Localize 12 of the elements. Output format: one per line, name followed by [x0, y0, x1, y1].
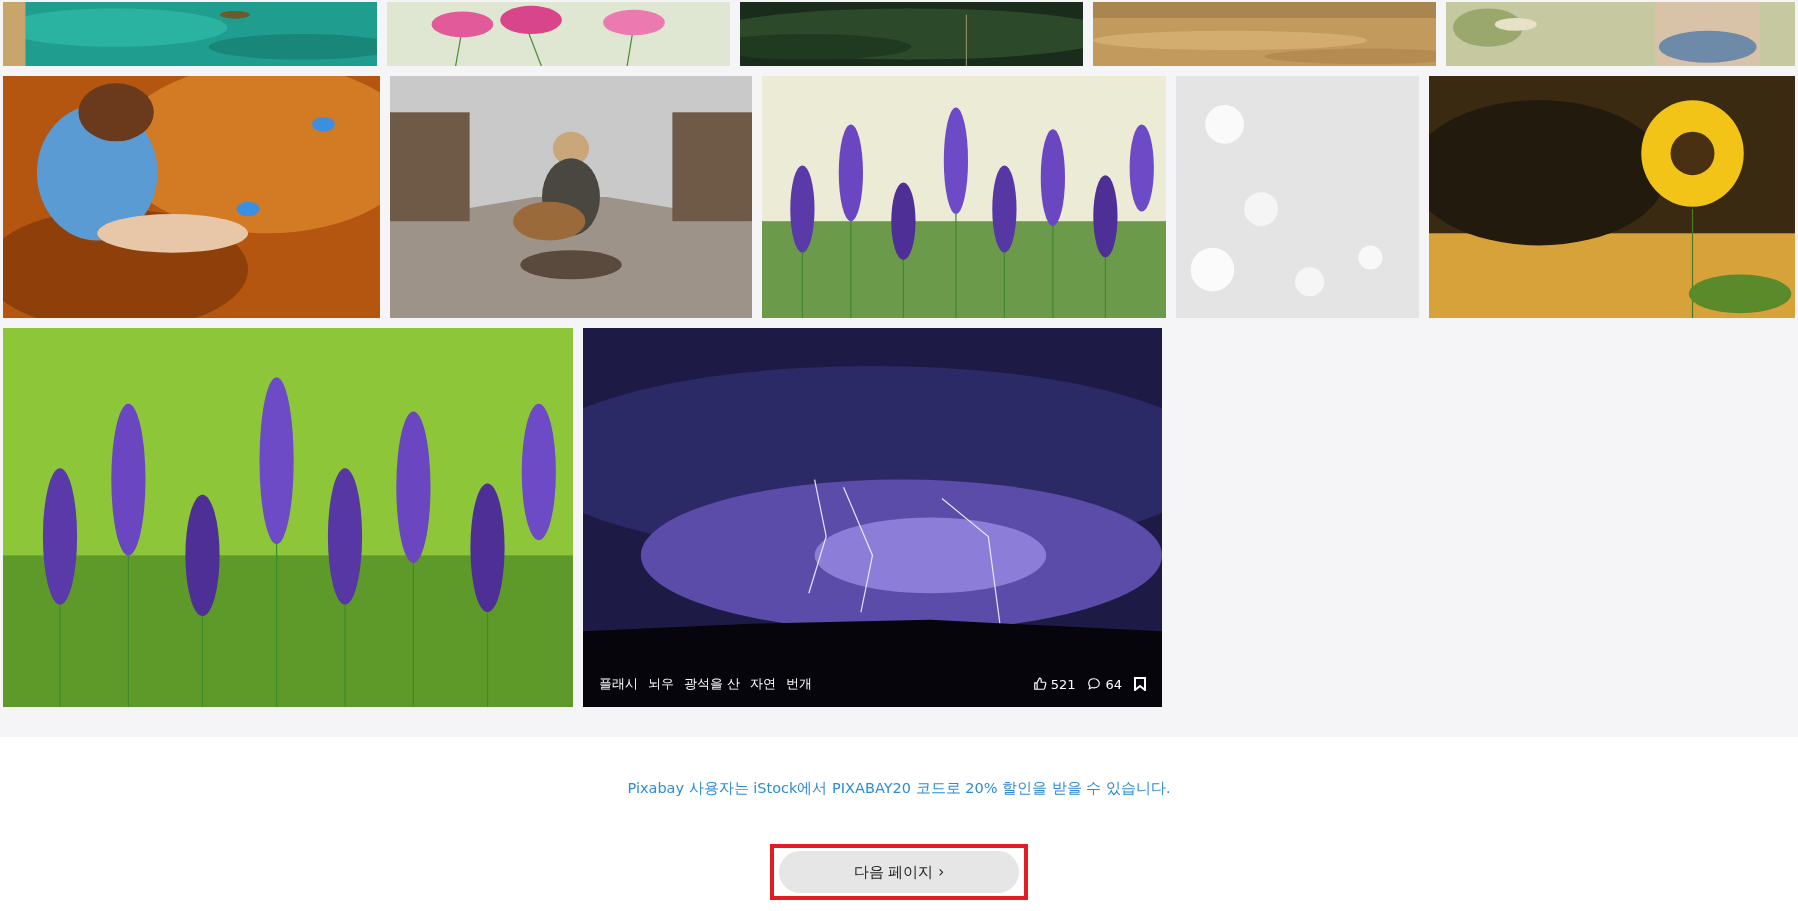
like-count: 521: [1050, 676, 1076, 692]
promo-text: Pixabay 사용자는 iStock에서 PIXABAY20 코드로 20% 할인을 받을 수 있습니다.: [627, 779, 1171, 798]
comment-count: 64: [1105, 676, 1122, 692]
tag-link[interactable]: 자연: [750, 675, 777, 693]
thumbs-up-icon[interactable]: [1032, 677, 1047, 691]
tag-link[interactable]: 플래시: [599, 675, 638, 693]
tag-link[interactable]: 뇌우: [648, 675, 674, 693]
comment-icon[interactable]: [1087, 677, 1102, 691]
tag-link[interactable]: 번개: [786, 675, 813, 693]
bookmark-icon[interactable]: [1134, 677, 1146, 691]
next-page-button[interactable]: 다음 페이지 ›: [779, 851, 1019, 893]
tag-link[interactable]: 광석을 산: [684, 675, 741, 693]
